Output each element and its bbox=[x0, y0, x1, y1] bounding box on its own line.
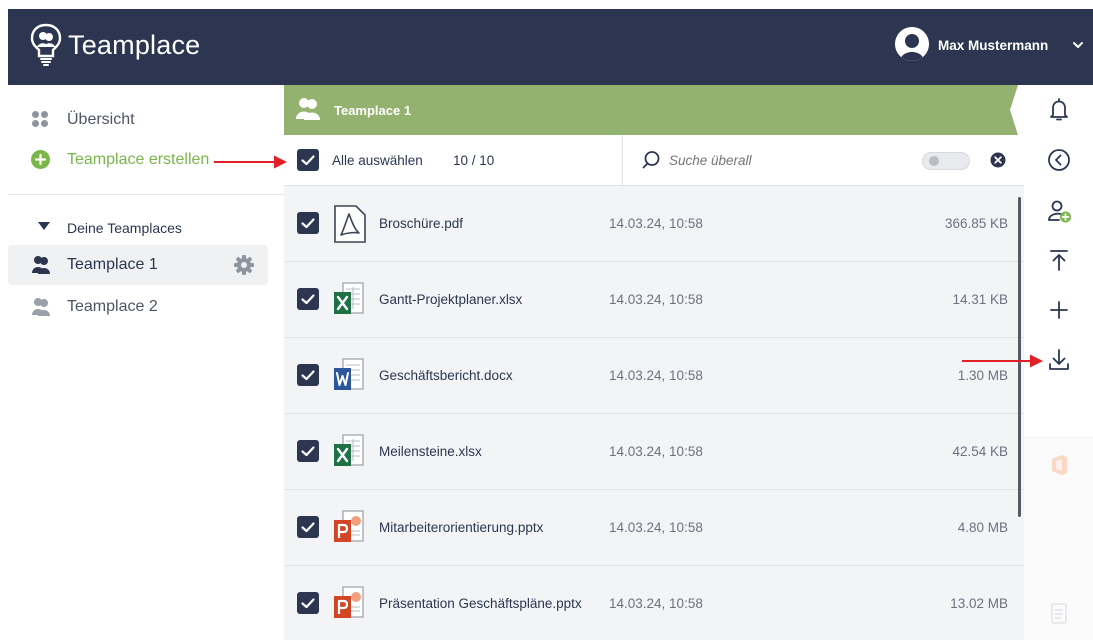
user-avatar-icon bbox=[895, 27, 929, 61]
select-all-label[interactable]: Alle auswählen bbox=[332, 153, 423, 168]
teamplace-title: Teamplace 1 bbox=[334, 103, 412, 118]
sidebar-divider bbox=[8, 194, 284, 195]
file-name[interactable]: Präsentation Geschäftspläne.pptx bbox=[379, 596, 582, 611]
teamplaces-section-header[interactable]: Deine Teamplaces bbox=[8, 209, 284, 245]
grid-icon bbox=[32, 111, 48, 127]
file-checkbox[interactable] bbox=[297, 212, 319, 234]
file-checkbox[interactable] bbox=[297, 516, 319, 538]
download-icon[interactable] bbox=[1044, 345, 1074, 375]
back-circle-icon[interactable] bbox=[1044, 145, 1074, 175]
app-name[interactable]: Teamplace bbox=[68, 30, 200, 61]
sidebar-item-label: Teamplace 1 bbox=[67, 256, 158, 273]
user-avatar[interactable] bbox=[895, 27, 929, 61]
sidebar-item-teamplace-1[interactable]: Teamplace 1 bbox=[8, 245, 268, 285]
rail-actions bbox=[1024, 85, 1093, 437]
section-label: Deine Teamplaces bbox=[67, 220, 182, 236]
check-icon bbox=[301, 218, 315, 229]
clipboard-icon bbox=[1051, 603, 1067, 624]
file-row[interactable]: Broschüre.pdf 14.03.24, 10:58 366.85 KB bbox=[284, 186, 1024, 262]
toolbar-divider bbox=[622, 135, 623, 186]
office-icon bbox=[1052, 455, 1067, 475]
user-name[interactable]: Max Mustermann bbox=[938, 38, 1048, 53]
sidebar-item-label: Teamplace 2 bbox=[67, 298, 158, 315]
annotation-arrow bbox=[214, 155, 287, 169]
teamplace-title-bar: Teamplace 1 bbox=[284, 85, 1024, 135]
check-icon bbox=[301, 598, 315, 609]
file-name[interactable]: Mitarbeiterorientierung.pptx bbox=[379, 520, 543, 535]
file-name[interactable]: Gantt-Projektplaner.xlsx bbox=[379, 292, 522, 307]
file-checkbox[interactable] bbox=[297, 592, 319, 614]
caret-down-icon bbox=[38, 222, 50, 230]
select-all-checkbox[interactable] bbox=[297, 149, 319, 171]
check-icon bbox=[301, 370, 315, 381]
xlsx-file-icon bbox=[332, 281, 366, 319]
selection-count: 10 / 10 bbox=[453, 153, 495, 168]
toggle-knob bbox=[929, 156, 939, 166]
file-date: 14.03.24, 10:58 bbox=[609, 520, 703, 535]
file-date: 14.03.24, 10:58 bbox=[609, 596, 703, 611]
file-list-panel: Teamplace 1 Alle auswählen 10 / 10 Brosc… bbox=[284, 85, 1024, 640]
team-icon bbox=[32, 256, 50, 274]
teamplace-logo-icon bbox=[30, 23, 62, 66]
pptx-file-icon bbox=[332, 509, 366, 547]
annotation-arrow bbox=[962, 354, 1043, 368]
check-icon bbox=[301, 294, 315, 305]
sidebar-item-overview[interactable]: Übersicht bbox=[8, 99, 284, 139]
sidebar-item-label: Teamplace erstellen bbox=[67, 151, 210, 168]
pdf-file-icon bbox=[332, 205, 366, 243]
file-checkbox[interactable] bbox=[297, 288, 319, 310]
search-input[interactable] bbox=[669, 153, 869, 168]
file-row[interactable]: Gantt-Projektplaner.xlsx 14.03.24, 10:58 1… bbox=[284, 262, 1024, 338]
file-row[interactable]: Präsentation Geschäftspläne.pptx 14.03.24… bbox=[284, 566, 1024, 640]
xlsx-file-icon bbox=[332, 433, 366, 471]
bell-icon[interactable] bbox=[1044, 95, 1074, 125]
list-toolbar: Alle auswählen 10 / 10 bbox=[284, 135, 1024, 186]
rail-disabled-actions bbox=[1024, 437, 1093, 640]
search-scope-toggle[interactable] bbox=[922, 152, 970, 170]
close-circle-icon[interactable] bbox=[990, 152, 1006, 168]
plus-icon[interactable] bbox=[1044, 295, 1074, 325]
file-size: 42.54 KB bbox=[952, 444, 1008, 459]
file-name[interactable]: Meilensteine.xlsx bbox=[379, 444, 482, 459]
file-date: 14.03.24, 10:58 bbox=[609, 216, 703, 231]
file-date: 14.03.24, 10:58 bbox=[609, 368, 703, 383]
search-icon[interactable] bbox=[641, 150, 661, 170]
file-checkbox[interactable] bbox=[297, 364, 319, 386]
file-row[interactable]: Meilensteine.xlsx 14.03.24, 10:58 42.54 KB bbox=[284, 414, 1024, 490]
check-icon bbox=[301, 446, 315, 457]
team-icon bbox=[32, 298, 50, 316]
pptx-file-icon bbox=[332, 585, 366, 623]
file-date: 14.03.24, 10:58 bbox=[609, 292, 703, 307]
check-icon bbox=[301, 522, 315, 533]
file-name[interactable]: Geschäftsbericht.docx bbox=[379, 368, 513, 383]
chevron-down-icon[interactable] bbox=[1072, 40, 1084, 50]
file-size: 4.80 MB bbox=[957, 520, 1008, 535]
add-member-icon[interactable] bbox=[1044, 196, 1074, 226]
file-name[interactable]: Broschüre.pdf bbox=[379, 216, 463, 231]
sidebar-item-label: Übersicht bbox=[67, 111, 135, 128]
file-row[interactable]: Mitarbeiterorientierung.pptx 14.03.24, 10… bbox=[284, 490, 1024, 566]
file-size: 366.85 KB bbox=[944, 216, 1008, 231]
team-icon bbox=[296, 98, 320, 120]
sidebar-item-teamplace-2[interactable]: Teamplace 2 bbox=[8, 287, 284, 327]
top-header: Teamplace Max Mustermann bbox=[8, 9, 1093, 85]
file-checkbox[interactable] bbox=[297, 440, 319, 462]
gear-icon[interactable] bbox=[233, 254, 255, 276]
check-icon bbox=[301, 155, 315, 166]
file-date: 14.03.24, 10:58 bbox=[609, 444, 703, 459]
upload-icon[interactable] bbox=[1044, 245, 1074, 275]
file-size: 14.31 KB bbox=[952, 292, 1008, 307]
file-row[interactable]: Geschäftsbericht.docx 14.03.24, 10:58 1.30… bbox=[284, 338, 1024, 414]
file-size: 13.02 MB bbox=[950, 596, 1008, 611]
docx-file-icon bbox=[332, 357, 366, 395]
add-circle-icon bbox=[31, 150, 50, 169]
